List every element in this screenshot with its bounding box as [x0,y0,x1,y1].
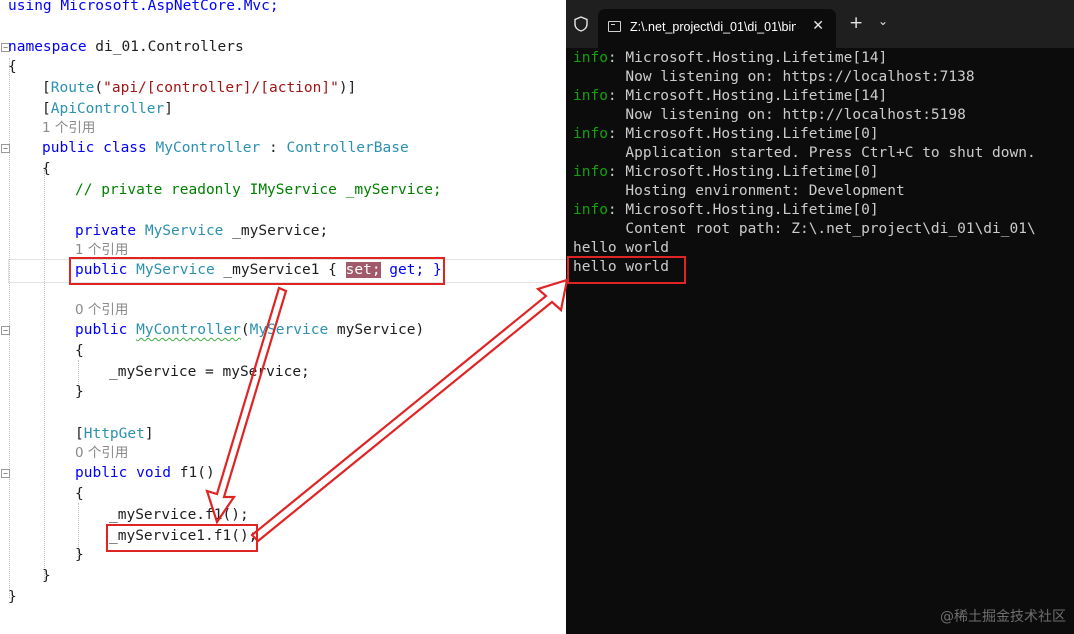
parameter-name: myService) [328,322,425,338]
code-line-route: [Route("api/[controller]/[action]")] [42,78,356,98]
base-class-name: ControllerBase [286,140,409,156]
brace: } [8,589,17,605]
namespace-name: di_01.Controllers [86,39,244,55]
terminal-line: Now listening on: http://localhost:5198 [573,106,966,125]
indent-guide [44,170,45,580]
bracket: [ [75,426,84,442]
code-statement: _myService = myService; [109,364,310,380]
code-statement: _myService.f1(); [109,507,249,523]
string-literal: "api/[controller]/[action]" [103,80,339,96]
bracket: ] [144,426,154,442]
terminal-line: info: Microsoft.Hosting.Lifetime[14] [573,49,887,68]
keyword: public class [42,140,156,156]
fold-toggle[interactable]: − [1,469,10,478]
keyword: private [75,223,145,239]
new-tab-button[interactable]: + [849,13,863,33]
chevron-down-icon[interactable]: ⌄ [878,14,888,28]
keyword: namespace [8,39,87,55]
log-text: Content root path: Z:\.net_project\di_01… [573,221,1036,237]
log-text: hello world [573,240,670,256]
fold-toggle[interactable]: − [1,326,10,335]
terminal-icon [608,21,621,32]
close-icon[interactable]: ✕ [812,18,824,34]
log-text: : Microsoft.Hosting.Lifetime[14] [607,50,888,66]
annotation-box-output [567,256,686,284]
code-line-field: private MyService _myService; [75,221,328,241]
terminal-line: info: Microsoft.Hosting.Lifetime[0] [573,125,879,144]
terminal-line: info: Microsoft.Hosting.Lifetime[0] [573,163,879,182]
log-level: info [573,126,608,142]
codelens-references[interactable]: 0 个引用 [75,300,128,320]
codelens-references[interactable]: 1 个引用 [42,118,95,138]
log-level: info [573,88,608,104]
attribute-name: Route [50,80,95,96]
watermark: @稀土掘金技术社区 [940,609,1066,625]
log-text: Application started. Press Ctrl+C to shu… [573,145,1036,161]
code-line-method: public void f1() [75,463,215,483]
terminal-line: Application started. Press Ctrl+C to shu… [573,144,1036,163]
bracket: ] [164,101,173,117]
log-text: : Microsoft.Hosting.Lifetime[0] [607,164,879,180]
annotation-box-call [106,524,258,552]
code-line-namespace: namespace di_01.Controllers [8,37,244,57]
fold-toggle[interactable]: − [1,144,10,153]
brace: } [42,568,51,584]
code-line-using: using Microsoft.AspNetCore.Mvc; [8,0,279,16]
log-text: Now listening on: https://localhost:7138 [573,69,975,85]
paren: ( [94,80,104,96]
attribute-name: HttpGet [83,426,145,442]
log-level: info [573,50,608,66]
log-level: info [573,202,608,218]
using-directive: using Microsoft.AspNetCore.Mvc; [8,0,279,14]
code-line-httpget: [HttpGet] [75,424,154,444]
brace: { [42,161,51,177]
terminal-line: Content root path: Z:\.net_project\di_01… [573,220,1036,239]
terminal-window[interactable]: Z:\.net_project\di_01\di_01\bin ✕ + ⌄ in… [566,0,1074,634]
log-text: : Microsoft.Hosting.Lifetime[0] [607,202,879,218]
code-comment: // private readonly IMyService _myServic… [75,182,442,198]
separator: : [260,140,287,156]
log-text: Hosting environment: Development [573,183,905,199]
codelens-references[interactable]: 0 个引用 [75,443,128,463]
terminal-line: Hosting environment: Development [573,182,905,201]
code-line-apicontroller: [ApiController] [42,99,173,119]
brace: { [8,59,17,75]
annotation-box-property [69,257,445,285]
tab-title: Z:\.net_project\di_01\di_01\bin [630,20,796,34]
shield-icon[interactable] [574,16,588,32]
brace: } [75,384,84,400]
terminal-line: info: Microsoft.Hosting.Lifetime[14] [573,87,887,106]
brace: { [75,343,84,359]
class-name: MyController [155,140,261,156]
keyword: public [75,322,137,338]
code-line-class: public class MyController : ControllerBa… [42,138,409,158]
terminal-line: info: Microsoft.Hosting.Lifetime[0] [573,201,879,220]
attribute-name: ApiController [50,101,165,117]
log-text: : Microsoft.Hosting.Lifetime[0] [607,126,879,142]
field-name: _myService; [223,223,329,239]
bracket: [ [42,80,51,96]
terminal-line: Now listening on: https://localhost:7138 [573,68,975,87]
code-editor[interactable]: − − − − using Microsoft.AspNetCore.Mvc; … [0,0,566,634]
brace: { [75,486,84,502]
terminal-tab[interactable]: Z:\.net_project\di_01\di_01\bin ✕ [598,9,836,48]
paren: ( [240,322,250,338]
method-name: f1() [179,465,215,481]
log-text: Now listening on: http://localhost:5198 [573,107,966,123]
bracket: [ [42,101,51,117]
type-name: MyService [144,223,224,239]
keyword: public void [75,465,180,481]
type-name: MyService [249,322,329,338]
constructor-name: MyController [136,322,241,338]
brace: } [75,547,84,563]
code-line-constructor: public MyController(MyService myService) [75,320,424,340]
bracket: )] [338,80,357,96]
log-level: info [573,164,608,180]
tab-strip: Z:\.net_project\di_01\di_01\bin ✕ + ⌄ [566,0,1074,48]
log-text: : Microsoft.Hosting.Lifetime[14] [607,88,888,104]
